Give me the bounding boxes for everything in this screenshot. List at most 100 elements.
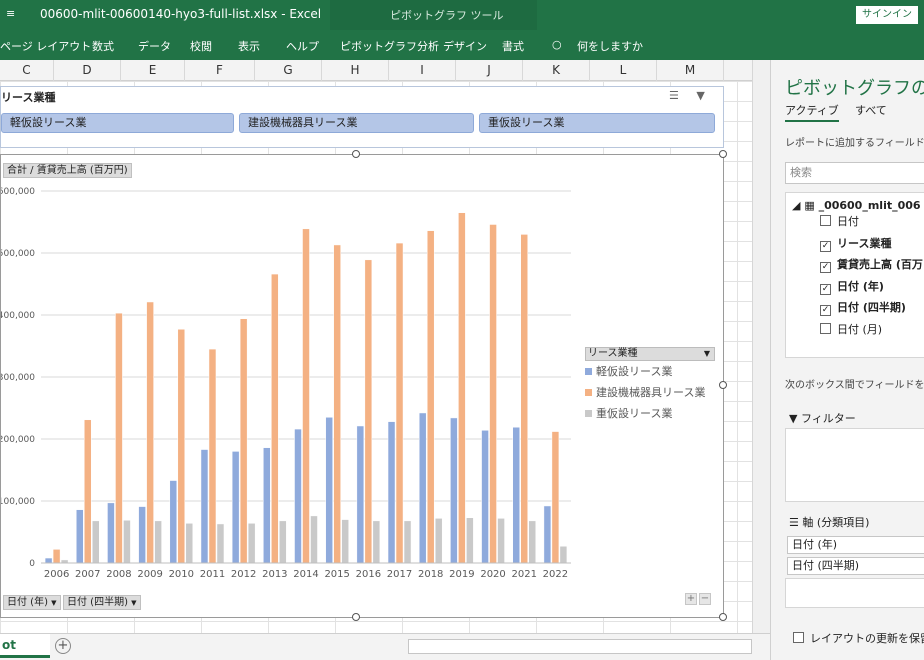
- checkbox[interactable]: [820, 215, 831, 226]
- column-header[interactable]: E: [121, 60, 185, 81]
- column-header[interactable]: M: [657, 60, 724, 81]
- axis-field-chip[interactable]: 日付 (年)▼: [787, 536, 924, 554]
- collapse-triangle-icon[interactable]: ◢: [792, 199, 800, 212]
- value-field-button[interactable]: 合計 / 賃貸売上高 (百万円): [3, 163, 132, 178]
- legend-title: リース業種: [588, 348, 638, 359]
- tab-all-fields[interactable]: すべて: [855, 102, 887, 118]
- x-tick-label: 2013: [262, 569, 287, 580]
- filter-drop-area[interactable]: [785, 428, 924, 502]
- column-header[interactable]: F: [185, 60, 255, 81]
- tab-format[interactable]: 書式: [502, 38, 524, 54]
- ribbon-tabs: ページ レイアウト 数式 データ 校閲 表示 ヘルプ ピボットグラフ分析 デザイ…: [0, 30, 924, 60]
- x-tick-label: 2010: [169, 569, 194, 580]
- bar: [76, 509, 84, 564]
- x-tick-label: 2011: [200, 569, 225, 580]
- lightbulb-icon[interactable]: ○: [552, 38, 562, 51]
- y-tick-label: 100,000: [1, 497, 35, 507]
- table-node[interactable]: ◢ ▦ _00600_mlit_006: [792, 199, 921, 212]
- x-tick-label: 2008: [106, 569, 131, 580]
- field-item[interactable]: 日付 (月): [820, 322, 882, 338]
- column-header[interactable]: I: [389, 60, 456, 81]
- dropdown-arrow-icon: ▼: [51, 599, 57, 607]
- bar: [450, 417, 458, 564]
- x-tick-label: 2012: [231, 569, 256, 580]
- clear-filter-icon[interactable]: ▼: [696, 89, 704, 102]
- sheet-tab[interactable]: ot: [0, 634, 50, 658]
- column-header[interactable]: K: [523, 60, 590, 81]
- slicer[interactable]: リース業種 ☰ ▼ 軽仮設リース業 建設機械器具リース業 重仮設リース業: [0, 86, 724, 148]
- checkbox-checked[interactable]: ✓: [820, 241, 831, 252]
- quick-access-menu-icon[interactable]: ≡: [6, 7, 15, 20]
- field-label: 日付 (四半期): [837, 301, 906, 314]
- column-header[interactable]: J: [456, 60, 523, 81]
- field-label: 日付: [837, 215, 859, 228]
- axis-area-label: ☰ 軸 (分類項目): [789, 514, 869, 530]
- bar: [310, 515, 318, 564]
- checkbox-checked[interactable]: ✓: [820, 284, 831, 295]
- field-search-input[interactable]: 検索: [785, 162, 924, 184]
- legend-field-button[interactable]: リース業種 ▼: [585, 347, 715, 361]
- field-item[interactable]: ✓ リース業種: [820, 236, 891, 252]
- resize-handle[interactable]: [352, 150, 360, 158]
- resize-handle[interactable]: [719, 613, 727, 621]
- column-header[interactable]: C: [0, 60, 54, 81]
- slicer-item[interactable]: 建設機械器具リース業: [239, 113, 474, 133]
- tab-active-fields[interactable]: アクティブ: [785, 102, 839, 122]
- plus-circle-icon[interactable]: +: [55, 638, 71, 654]
- column-header[interactable]: H: [322, 60, 389, 81]
- checkbox-checked[interactable]: ✓: [820, 305, 831, 316]
- column-header[interactable]: L: [590, 60, 657, 81]
- field-label: リース業種: [837, 237, 892, 250]
- checkbox-checked[interactable]: ✓: [820, 262, 831, 273]
- checkbox[interactable]: [793, 632, 804, 643]
- slicer-title: リース業種: [1, 91, 56, 104]
- chart-plot: 0 100,000 200,000 300,000 400,000 500,000 600,…: [1, 187, 571, 580]
- bar: [512, 426, 520, 564]
- field-item[interactable]: 日付: [820, 214, 859, 230]
- bar: [528, 520, 536, 564]
- resize-handle[interactable]: [719, 150, 727, 158]
- checkbox[interactable]: [820, 323, 831, 334]
- y-tick-label: 400,000: [1, 311, 35, 321]
- legend-label: 建設機械器具リース業: [596, 386, 706, 399]
- slicer-item[interactable]: 軽仮設リース業: [1, 113, 234, 133]
- axis-field-button-quarter[interactable]: 日付 (四半期) ▼: [63, 595, 141, 610]
- defer-layout-update[interactable]: レイアウトの更新を保留す: [793, 630, 924, 646]
- bar: [177, 329, 186, 564]
- field-label: 日付 (年): [837, 280, 884, 293]
- collapse-field-button[interactable]: −: [699, 593, 711, 605]
- field-item[interactable]: ✓ 日付 (年): [820, 279, 884, 295]
- field-item[interactable]: ✓ 賃貸売上高 (百万: [820, 257, 923, 273]
- dropdown-arrow-icon[interactable]: ▼: [704, 348, 710, 360]
- expand-field-button[interactable]: +: [685, 593, 697, 605]
- resize-handle[interactable]: [719, 381, 727, 389]
- field-label: 日付 (月): [837, 323, 883, 336]
- tab-data[interactable]: データ: [138, 38, 171, 54]
- horizontal-scrollbar[interactable]: [408, 639, 752, 654]
- tab-review[interactable]: 校閲: [190, 38, 212, 54]
- tab-design[interactable]: デザイン: [443, 38, 487, 54]
- axis-field-chip[interactable]: 日付 (四半期)▼: [787, 557, 924, 575]
- vertical-scrollbar[interactable]: [752, 60, 770, 633]
- slicer-item[interactable]: 重仮設リース業: [479, 113, 715, 133]
- legend-label: 軽仮設リース業: [596, 365, 673, 378]
- signin-button[interactable]: サインイン: [856, 6, 918, 24]
- tab-formulas[interactable]: 数式: [92, 38, 114, 54]
- tab-pivotchart-analyze[interactable]: ピボットグラフ分析: [340, 38, 439, 54]
- bar: [387, 421, 396, 564]
- tab-page-layout[interactable]: ページ レイアウト: [0, 38, 91, 54]
- axis-drop-area[interactable]: [785, 578, 924, 608]
- column-header[interactable]: G: [255, 60, 322, 81]
- pivot-chart[interactable]: 合計 / 賃貸売上高 (百万円) 0 100,000 200,000 300,000 4…: [0, 154, 724, 618]
- pivotchart-tools-label: ピボットグラフ ツール: [390, 9, 504, 22]
- axis-field-button-year[interactable]: 日付 (年) ▼: [3, 595, 61, 610]
- tell-me-box[interactable]: 何をしますか: [577, 38, 643, 54]
- tab-help[interactable]: ヘルプ: [286, 38, 319, 54]
- column-header[interactable]: D: [54, 60, 121, 81]
- panel-hint: レポートに追加するフィールドを選: [785, 138, 924, 149]
- tab-view[interactable]: 表示: [238, 38, 260, 54]
- bar: [239, 318, 248, 564]
- resize-handle[interactable]: [352, 613, 360, 621]
- field-item[interactable]: ✓ 日付 (四半期): [820, 300, 906, 316]
- multi-select-icon[interactable]: ☰: [669, 89, 679, 102]
